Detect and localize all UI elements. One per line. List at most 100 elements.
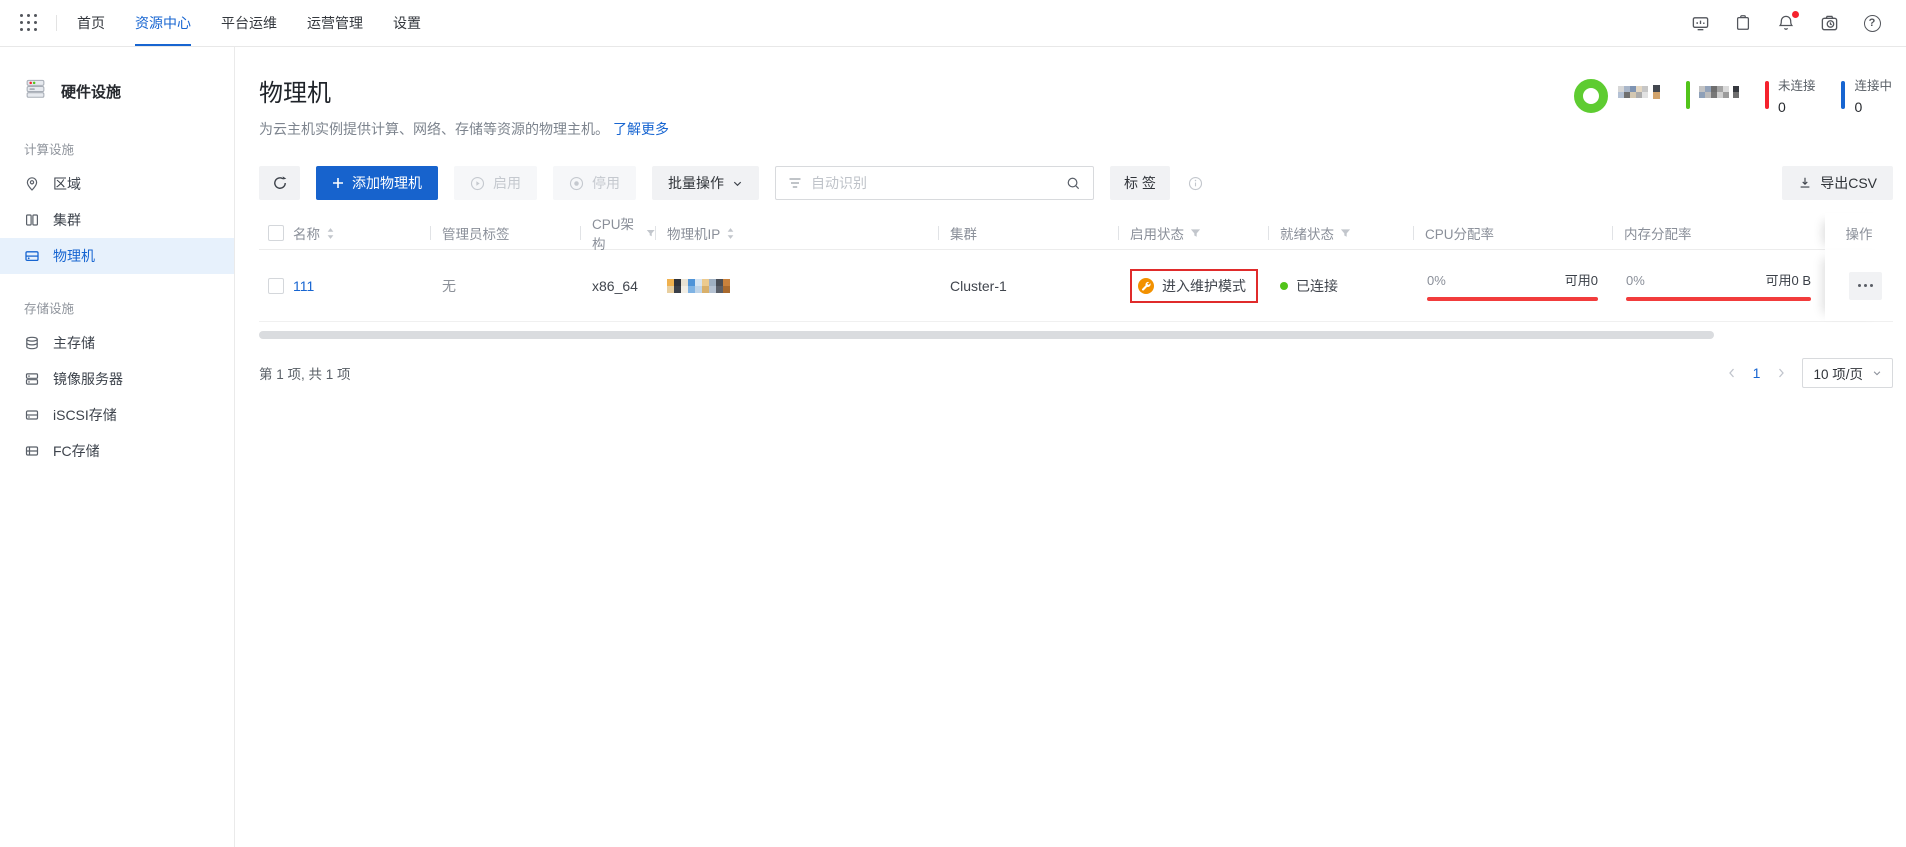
sidebar-header: 硬件设施 [0, 77, 234, 105]
prev-page-icon[interactable] [1726, 367, 1738, 379]
batch-actions-button[interactable]: 批量操作 [652, 166, 759, 200]
fc-storage-icon [25, 446, 39, 456]
list-footer: 第 1 项, 共 1 项 1 10 项/页 [259, 358, 1893, 388]
sidebar-item-image-server[interactable]: 镜像服务器 [0, 361, 234, 397]
redacted-connected-label [1698, 86, 1729, 98]
nav-item-platform-ops[interactable]: 平台运维 [221, 0, 277, 46]
connected-bar [1685, 81, 1690, 109]
filter-funnel-icon[interactable] [646, 228, 655, 239]
play-circle-icon [470, 176, 485, 190]
column-header-ready-state: 就绪状态 [1268, 213, 1413, 253]
column-header-cpu-allocation: CPU分配率 [1413, 213, 1612, 253]
mem-allocation-bar [1626, 297, 1811, 301]
sidebar-section-storage: 存储设施 [24, 302, 75, 316]
column-header-host-ip: 物理机IP [655, 213, 938, 253]
tag-button[interactable]: 标 签 [1110, 166, 1170, 200]
auto-detect-filter-icon [789, 178, 801, 188]
pagination: 1 10 项/页 [1726, 358, 1893, 388]
top-nav: 首页 资源中心 平台运维 运营管理 设置 ? [0, 0, 1906, 47]
hosts-table: 名称 管理员标签 CPU架构 物理机IP 集群 启用状态 就绪状态 CPU分配率… [259, 213, 1893, 322]
cpu-available: 可用0 [1564, 273, 1598, 288]
help-icon[interactable]: ? [1862, 13, 1882, 33]
zone-pin-icon [26, 177, 38, 191]
stop-circle-icon [569, 176, 584, 190]
column-header-cluster: 集群 [938, 213, 1118, 253]
chevron-down-icon [733, 181, 742, 186]
nav-item-resource-center[interactable]: 资源中心 [135, 0, 191, 46]
cell-ready-state: 已连接 [1268, 250, 1413, 321]
apps-grid-icon[interactable] [20, 14, 38, 32]
table-row: 111 无 x86_64 Cluster-1 进入维护模式 已连接 0% 可用0… [259, 250, 1893, 322]
export-csv-button[interactable]: 导出CSV [1782, 166, 1893, 200]
learn-more-link[interactable]: 了解更多 [613, 121, 669, 137]
sidebar-title: 硬件设施 [61, 83, 122, 101]
cluster-icon [25, 214, 38, 226]
cell-host-ip [655, 250, 938, 321]
header-checkbox-cell [259, 213, 293, 253]
mem-used-percent: 0% [1626, 273, 1645, 288]
sidebar-item-iscsi-storage[interactable]: iSCSI存储 [0, 397, 234, 433]
connected-status-dot [1280, 281, 1288, 290]
hardware-facility-icon [24, 77, 47, 105]
maintenance-wrench-icon [1138, 277, 1154, 294]
image-server-icon [25, 373, 39, 385]
sidebar-item-primary-storage[interactable]: 主存储 [0, 325, 234, 361]
primary-storage-icon [26, 336, 38, 350]
cell-name: 111 [293, 250, 430, 321]
host-total-widget [1574, 79, 1660, 113]
tasks-clipboard-icon[interactable] [1733, 13, 1753, 33]
sidebar-item-physical-machine[interactable]: 物理机 [0, 238, 234, 274]
select-all-checkbox[interactable] [268, 225, 284, 241]
notifications-bell-icon[interactable] [1776, 11, 1799, 33]
refresh-button[interactable] [259, 166, 300, 200]
chevron-down-icon [1873, 371, 1881, 376]
cell-cluster: Cluster-1 [950, 277, 1007, 294]
primary-nav: 首页 资源中心 平台运维 运营管理 设置 [77, 0, 421, 46]
nav-divider [56, 15, 57, 31]
nav-item-settings[interactable]: 设置 [393, 0, 421, 46]
column-header-enable-state: 启用状态 [1118, 213, 1268, 253]
enable-button[interactable]: 启用 [454, 166, 537, 200]
sidebar-item-zone[interactable]: 区域 [0, 166, 234, 202]
info-icon[interactable] [1188, 176, 1203, 191]
redacted-hosts-label [1618, 86, 1649, 98]
host-name-link[interactable]: 111 [293, 278, 314, 294]
column-header-mem-allocation: 内存分配率 [1612, 213, 1825, 253]
filter-funnel-icon[interactable] [1190, 228, 1201, 239]
column-header-name: 名称 [293, 213, 430, 253]
cell-cpu-arch: x86_64 [592, 277, 638, 294]
nav-item-home[interactable]: 首页 [77, 0, 105, 46]
stat-connected [1685, 79, 1739, 109]
disable-button[interactable]: 停用 [553, 166, 636, 200]
row-more-actions-button[interactable] [1848, 271, 1882, 300]
iscsi-storage-icon [25, 410, 39, 420]
search-input[interactable] [811, 175, 1057, 191]
column-header-cpu-arch: CPU架构 [580, 213, 655, 253]
download-icon [1800, 177, 1810, 188]
search-box [775, 166, 1094, 200]
operation-log-icon[interactable] [1819, 13, 1839, 33]
sort-icon[interactable] [326, 227, 335, 240]
cpu-used-percent: 0% [1427, 273, 1446, 288]
sort-icon[interactable] [726, 227, 735, 240]
add-host-button[interactable]: 添加物理机 [316, 166, 438, 200]
scrollbar-thumb[interactable] [259, 331, 1714, 339]
stat-disconnected: 未连接 0 [1764, 79, 1815, 115]
page-size-select[interactable]: 10 项/页 [1802, 358, 1893, 388]
refresh-icon [273, 176, 286, 189]
console-monitor-icon[interactable] [1690, 13, 1710, 33]
next-page-icon[interactable] [1775, 367, 1787, 379]
stat-connecting: 连接中 0 [1841, 79, 1892, 115]
filter-funnel-icon[interactable] [1340, 228, 1351, 239]
nav-item-operation-mgmt[interactable]: 运营管理 [307, 0, 363, 46]
main-content: 物理机 为云主机实例提供计算、网络、存储等资源的物理主机。 了解更多 未连接 0… [235, 47, 1906, 847]
plus-icon [333, 178, 343, 188]
redacted-connected-value [1732, 86, 1739, 98]
horizontal-scrollbar [259, 331, 1893, 339]
page-number[interactable]: 1 [1753, 365, 1761, 381]
sidebar-item-cluster[interactable]: 集群 [0, 202, 234, 238]
sidebar-item-fc-storage[interactable]: FC存储 [0, 433, 234, 469]
maintenance-highlight-box[interactable]: 进入维护模式 [1130, 268, 1258, 303]
row-checkbox[interactable] [268, 277, 284, 294]
nav-right-icons: ? [1690, 0, 1882, 46]
